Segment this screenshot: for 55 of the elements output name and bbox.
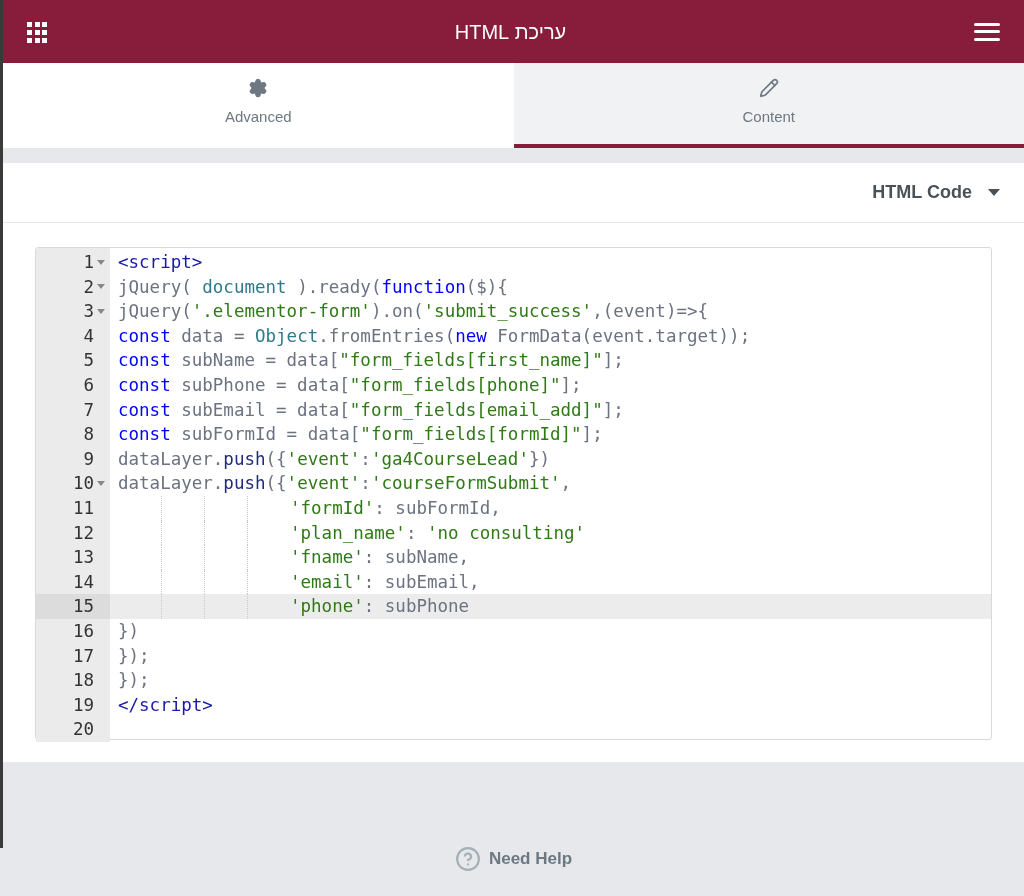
line-number: 2 (83, 275, 94, 299)
code-line: jQuery('.elementor-form').on('submit_success',(event)=>{ (118, 300, 709, 324)
line-number: 4 (83, 324, 94, 348)
line-number: 9 (83, 447, 94, 471)
code-line: 'formId': subFormId, (290, 496, 501, 520)
code-line: dataLayer.push({'event':'ga4CourseLead'}) (118, 447, 551, 471)
code-line: const subName = data["form_fields[first_name]"]; (118, 349, 624, 373)
line-number: 13 (72, 546, 94, 570)
fold-caret-icon[interactable] (97, 309, 105, 314)
line-number: 8 (83, 423, 94, 447)
code-line: </script> (118, 693, 213, 717)
code-line: jQuery( document ).ready(function($){ (118, 275, 508, 299)
code-line: }); (118, 644, 150, 668)
help-icon (454, 846, 481, 872)
code-line: <script> (118, 251, 203, 274)
line-number: 14 (72, 570, 94, 594)
caret-icon (988, 189, 1000, 196)
tab[interactable]: Content (513, 63, 1024, 148)
code-line: const data = Object.fromEntries(new FormData(event.target)); (118, 324, 751, 348)
code-line: dataLayer.push({'event':'courseFormSubmit', (118, 472, 572, 496)
code-line: }) (118, 619, 140, 643)
line-number: 1 (83, 251, 94, 274)
code-line: const subFormId = data["form_fields[formId]"]; (118, 423, 603, 447)
tab[interactable]: Advanced (3, 63, 514, 148)
line-number: 19 (72, 693, 94, 717)
code-editor[interactable] (35, 247, 992, 740)
section-header[interactable]: HTML Code (3, 163, 1024, 223)
code-line: 'plan_name': 'no consulting' (290, 521, 586, 545)
pencil-icon (758, 78, 779, 99)
fold-caret-icon[interactable] (97, 481, 105, 487)
need-help-link[interactable]: Need Help (454, 846, 573, 872)
line-number: 18 (72, 669, 94, 693)
apps-grid-icon[interactable] (27, 21, 47, 42)
fold-caret-icon[interactable] (97, 259, 105, 265)
code-line: const subPhone = data["form_fields[phone]"]; (118, 373, 582, 397)
line-number: 6 (83, 373, 94, 397)
fold-caret-icon[interactable] (97, 284, 105, 290)
code-line: }); (118, 669, 150, 693)
code-line: 'email': subEmail, (290, 570, 480, 594)
line-number: 3 (83, 300, 94, 324)
line-number: 10 (72, 472, 94, 496)
line-number: 5 (83, 349, 94, 373)
line-number: 17 (72, 644, 94, 668)
code-line: const subEmail = data["form_fields[email_add]"]; (118, 398, 624, 422)
line-number: 7 (83, 398, 94, 422)
line-number: 15 (72, 595, 94, 619)
line-number: 11 (72, 496, 94, 520)
code-line: 'fname': subName, (290, 546, 470, 570)
line-number: 20 (72, 718, 94, 742)
code-line: 'phone': subPhone (290, 595, 470, 619)
gear-icon (248, 78, 269, 99)
menu-icon[interactable] (974, 22, 1000, 41)
line-number: 12 (72, 521, 94, 545)
line-number: 16 (72, 619, 94, 643)
panel-title: עריכת HTML (454, 19, 567, 45)
